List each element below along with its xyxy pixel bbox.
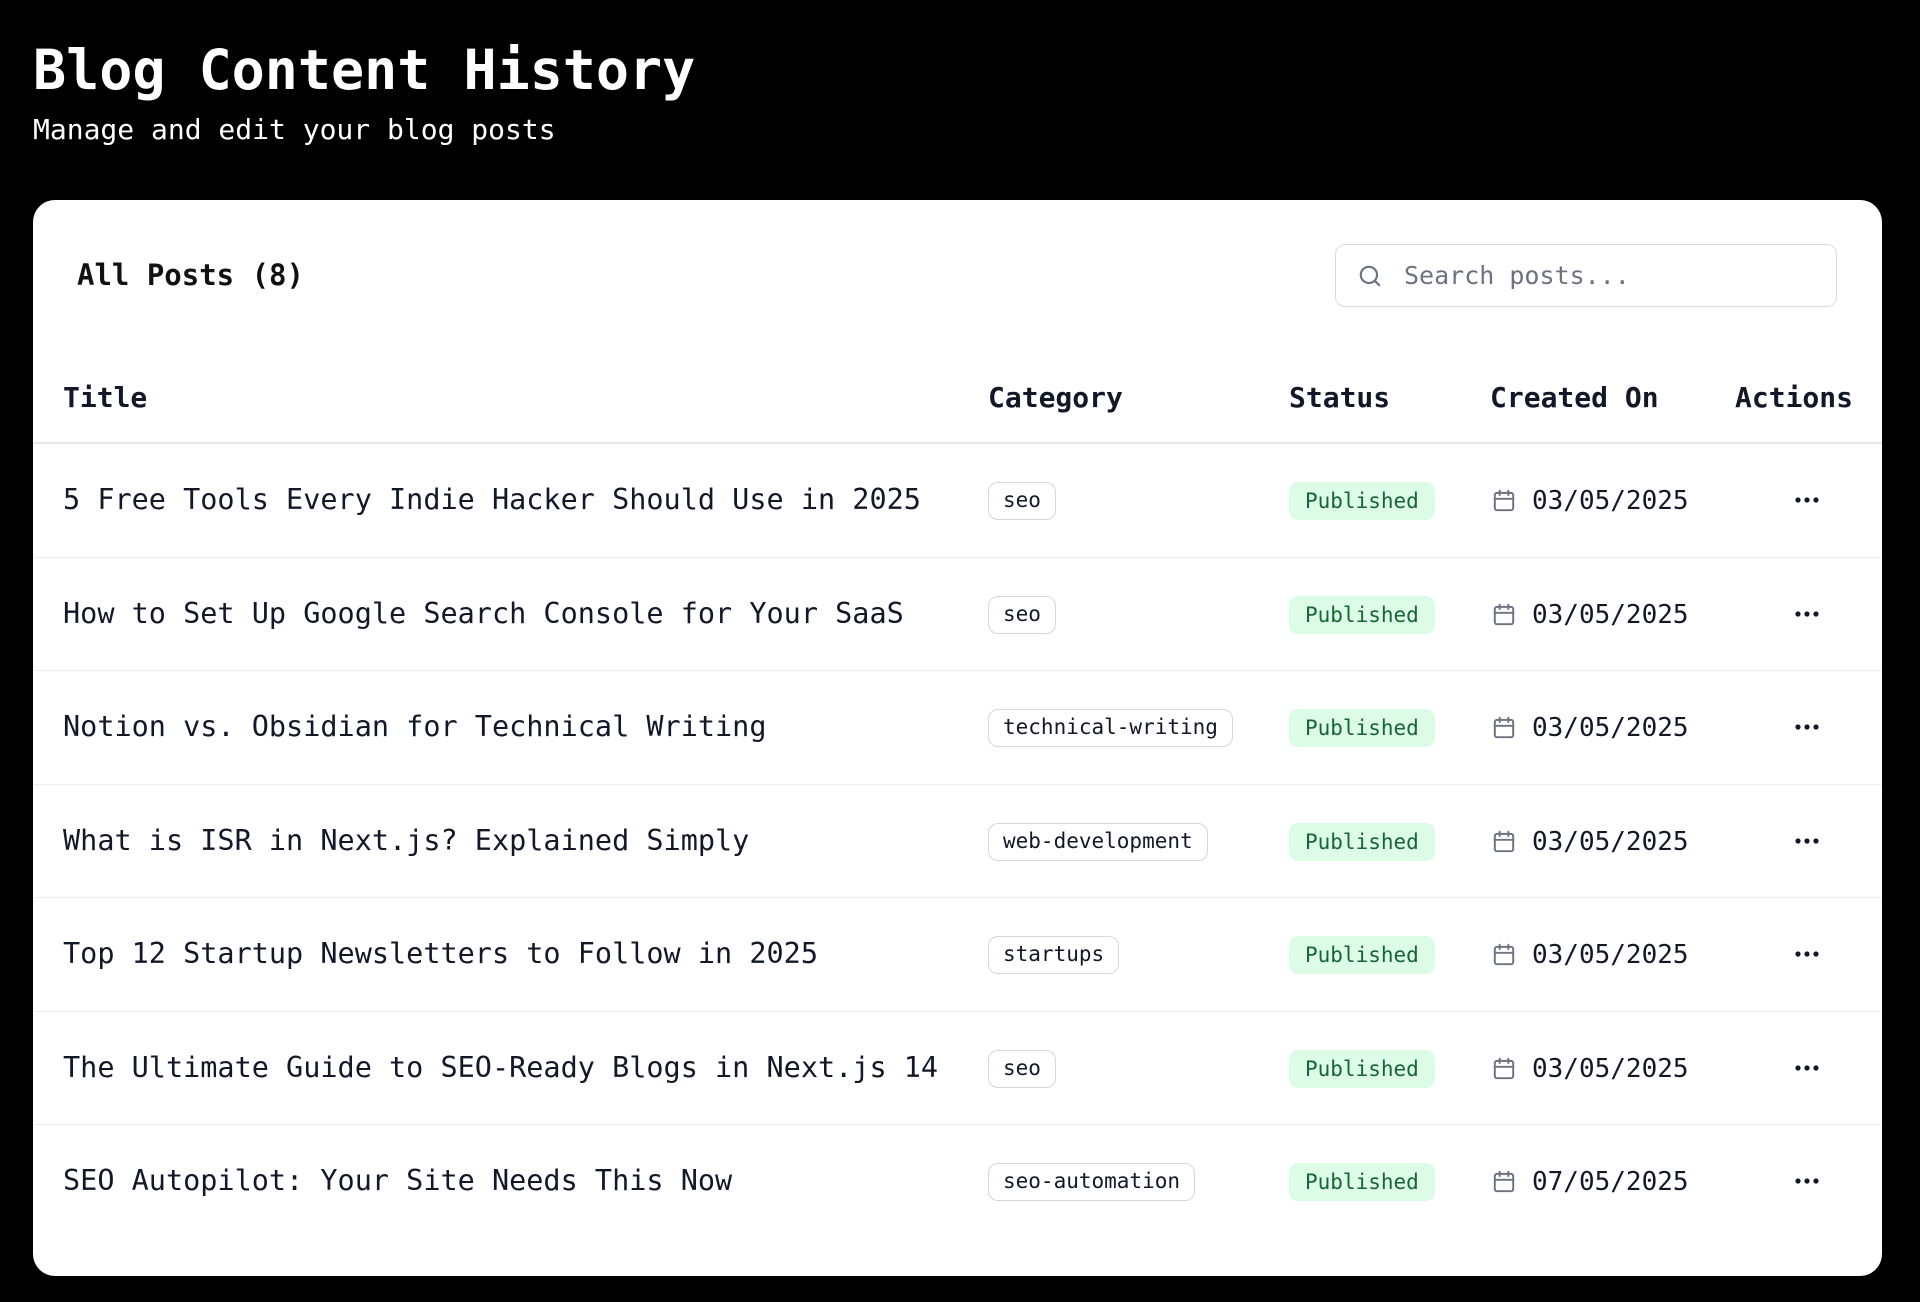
category-badge: startups: [988, 936, 1120, 974]
category-badge: technical-writing: [988, 709, 1233, 747]
created-date: 03/05/2025: [1490, 1050, 1689, 1088]
status-badge: Published: [1289, 709, 1435, 747]
column-header-actions: Actions: [1735, 381, 1854, 414]
column-header-created-on: Created On: [1490, 381, 1659, 414]
posts-count-title: All Posts (8): [77, 258, 304, 292]
more-actions-button[interactable]: [1786, 1161, 1828, 1201]
more-horizontal-icon: [1795, 724, 1819, 730]
page-header: Blog Content History Manage and edit you…: [33, 0, 1887, 200]
table-row[interactable]: The Ultimate Guide to SEO-Ready Blogs in…: [33, 1012, 1882, 1125]
status-badge: Published: [1289, 1163, 1435, 1201]
column-header-category: Category: [988, 381, 1123, 414]
category-badge: seo: [988, 482, 1056, 520]
more-horizontal-icon: [1795, 610, 1819, 617]
more-actions-button[interactable]: [1786, 707, 1828, 747]
calendar-icon: [1490, 601, 1518, 629]
search-box[interactable]: [1335, 244, 1837, 307]
page-subtitle: Manage and edit your blog posts: [33, 113, 556, 146]
status-badge: Published: [1289, 936, 1435, 974]
table-row[interactable]: How to Set Up Google Search Console for …: [33, 558, 1882, 671]
table-header: Title Category Status Created On Actions: [33, 352, 1882, 444]
search-input[interactable]: [1404, 261, 1824, 290]
post-title[interactable]: How to Set Up Google Search Console for …: [63, 596, 904, 632]
post-title[interactable]: SEO Autopilot: Your Site Needs This Now: [63, 1163, 732, 1199]
more-actions-button[interactable]: [1786, 594, 1828, 634]
created-date: 03/05/2025: [1490, 823, 1689, 861]
created-date-text: 03/05/2025: [1532, 486, 1689, 516]
posts-card: All Posts (8) Title Category Status Crea…: [33, 200, 1882, 1276]
more-horizontal-icon: [1795, 837, 1819, 844]
category-badge: seo: [988, 595, 1056, 634]
calendar-icon: [1490, 714, 1518, 742]
status-badge: Published: [1289, 482, 1435, 520]
table-row[interactable]: What is ISR in Next.js? Explained Simply…: [33, 785, 1882, 898]
calendar-icon: [1490, 487, 1518, 515]
table-row[interactable]: Notion vs. Obsidian for Technical Writin…: [33, 671, 1882, 785]
category-badge: seo-automation: [988, 1163, 1196, 1201]
created-date-text: 03/05/2025: [1532, 1053, 1689, 1084]
created-date-text: 03/05/2025: [1532, 940, 1689, 970]
post-title[interactable]: What is ISR in Next.js? Explained Simply: [63, 823, 749, 859]
post-title[interactable]: The Ultimate Guide to SEO-Ready Blogs in…: [63, 1050, 938, 1086]
status-badge: Published: [1289, 1049, 1435, 1088]
calendar-icon: [1490, 941, 1518, 969]
more-horizontal-icon: [1795, 497, 1819, 503]
created-date: 03/05/2025: [1490, 596, 1689, 634]
more-horizontal-icon: [1795, 1178, 1819, 1184]
category-badge: web-development: [988, 822, 1208, 861]
created-date-text: 03/05/2025: [1532, 599, 1689, 630]
table-row[interactable]: 5 Free Tools Every Indie Hacker Should U…: [33, 444, 1882, 558]
created-date: 07/05/2025: [1490, 1163, 1689, 1201]
post-title[interactable]: Top 12 Startup Newsletters to Follow in …: [63, 936, 818, 972]
table-row[interactable]: Top 12 Startup Newsletters to Follow in …: [33, 898, 1882, 1012]
created-date: 03/05/2025: [1490, 936, 1689, 974]
more-horizontal-icon: [1795, 1064, 1819, 1071]
page-title: Blog Content History: [33, 38, 696, 102]
status-badge: Published: [1289, 822, 1435, 861]
calendar-icon: [1490, 828, 1518, 856]
created-date-text: 03/05/2025: [1532, 826, 1689, 857]
more-actions-button[interactable]: [1786, 934, 1828, 974]
post-title[interactable]: Notion vs. Obsidian for Technical Writin…: [63, 709, 767, 745]
card-header: All Posts (8): [33, 200, 1882, 352]
category-badge: seo: [988, 1049, 1056, 1088]
status-badge: Published: [1289, 595, 1435, 634]
created-date: 03/05/2025: [1490, 482, 1689, 520]
post-title[interactable]: 5 Free Tools Every Indie Hacker Should U…: [63, 482, 921, 518]
table-body: 5 Free Tools Every Indie Hacker Should U…: [33, 444, 1882, 1239]
table-row[interactable]: SEO Autopilot: Your Site Needs This Now …: [33, 1125, 1882, 1239]
more-actions-button[interactable]: [1786, 821, 1828, 861]
calendar-icon: [1490, 1055, 1518, 1083]
search-icon: [1356, 262, 1384, 290]
created-date-text: 07/05/2025: [1532, 1167, 1689, 1197]
created-date-text: 03/05/2025: [1532, 713, 1689, 743]
page: Blog Content History Manage and edit you…: [0, 0, 1920, 1302]
column-header-title: Title: [63, 381, 148, 414]
more-horizontal-icon: [1795, 951, 1819, 957]
more-actions-button[interactable]: [1786, 1048, 1828, 1088]
created-date: 03/05/2025: [1490, 709, 1689, 747]
column-header-status: Status: [1289, 381, 1391, 414]
more-actions-button[interactable]: [1786, 480, 1828, 520]
calendar-icon: [1490, 1168, 1518, 1196]
